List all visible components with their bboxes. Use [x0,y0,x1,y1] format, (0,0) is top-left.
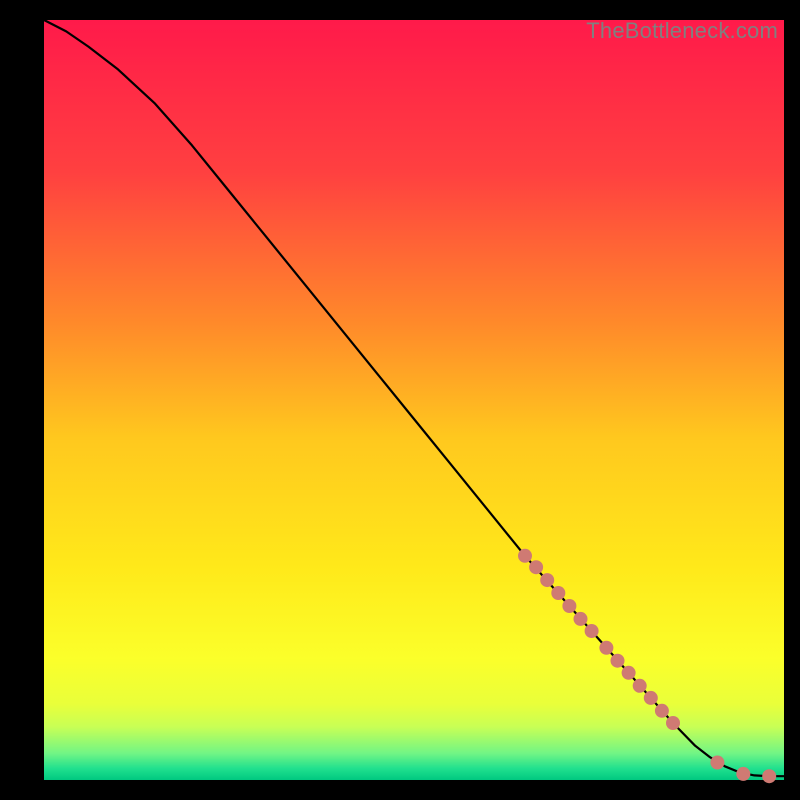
data-marker [666,716,680,730]
data-marker [551,586,565,600]
data-marker [655,704,669,718]
marker-group [518,549,776,783]
data-marker [529,560,543,574]
data-marker [518,549,532,563]
data-marker [540,573,554,587]
chart-svg [44,20,784,780]
data-marker [644,691,658,705]
data-marker [599,641,613,655]
data-marker [633,679,647,693]
data-marker [611,654,625,668]
data-marker [574,612,588,626]
data-marker [736,767,750,781]
data-marker [562,599,576,613]
data-marker [622,666,636,680]
data-marker [762,769,776,783]
chart-stage: TheBottleneck.com [0,0,800,800]
data-marker [585,624,599,638]
data-marker [710,756,724,770]
bottleneck-curve [44,20,784,776]
plot-area: TheBottleneck.com [44,20,784,780]
